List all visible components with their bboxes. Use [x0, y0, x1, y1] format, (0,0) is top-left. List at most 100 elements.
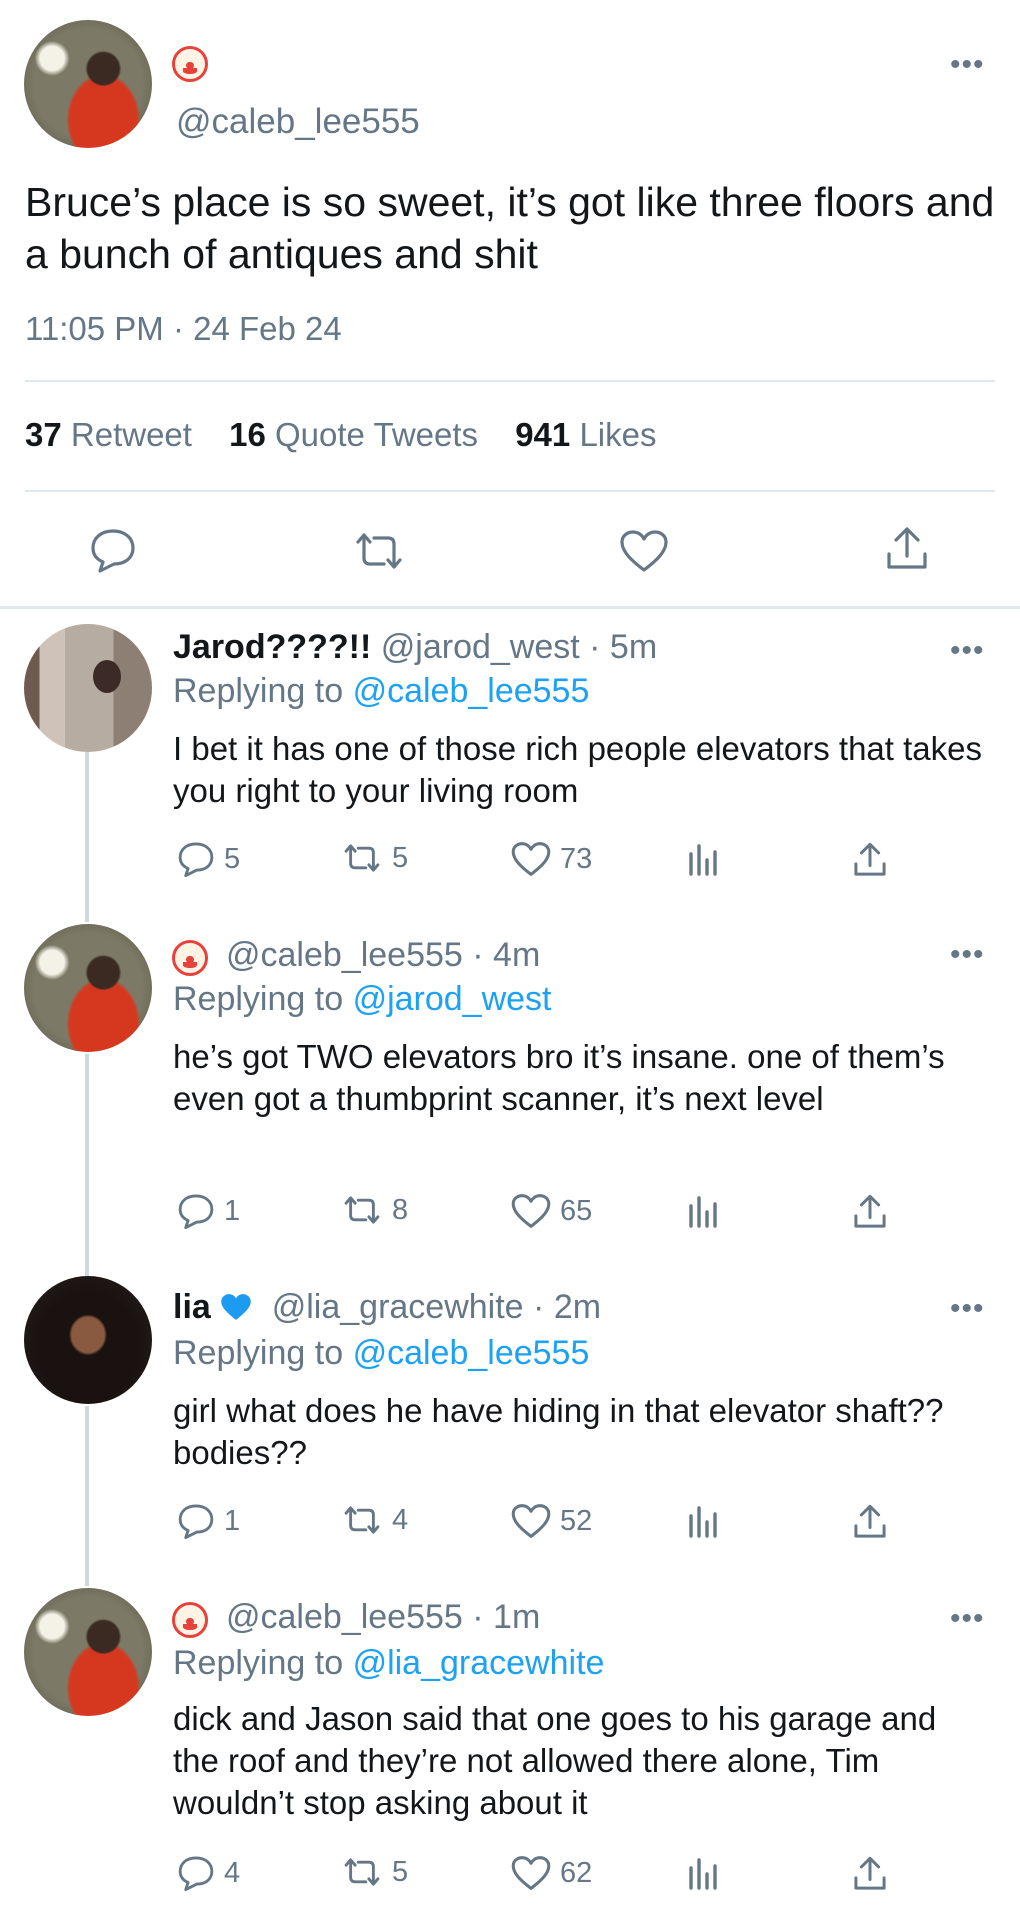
- reply-time: · 1m: [472, 1598, 541, 1636]
- analytics-icon[interactable]: [686, 1504, 720, 1540]
- replying-to-link[interactable]: @caleb_lee555: [353, 672, 590, 710]
- reply-actions: 1 4 52: [0, 1502, 1020, 1546]
- retweet-button[interactable]: 8: [340, 1192, 408, 1228]
- reply-time: · 5m: [589, 628, 658, 666]
- like-icon: [511, 1856, 551, 1890]
- replying-to-link[interactable]: @lia_gracewhite: [353, 1644, 605, 1682]
- divider: [25, 490, 995, 492]
- share-icon[interactable]: [852, 1854, 888, 1894]
- like-button[interactable]: 65: [510, 1192, 592, 1230]
- thread-line: [85, 1406, 89, 1586]
- username[interactable]: @caleb_lee555: [226, 936, 463, 974]
- like-button[interactable]: 52: [510, 1502, 592, 1540]
- reply-actions: 4 5 62: [0, 1854, 1020, 1898]
- like-icon[interactable]: [618, 528, 670, 574]
- more-options-icon[interactable]: •••: [950, 1294, 985, 1324]
- thread-line: [85, 752, 89, 922]
- retweet-count: 5: [392, 1855, 409, 1888]
- display-name[interactable]: Jarod????!!: [173, 628, 371, 666]
- retweet-button[interactable]: 4: [340, 1502, 408, 1538]
- like-count: 52: [560, 1504, 593, 1537]
- retweet-count: 4: [392, 1503, 409, 1536]
- clown-emoji-icon: [172, 46, 208, 82]
- reply-header: Jarod????!! @jarod_west · 5m: [173, 628, 657, 667]
- reply-button[interactable]: 1: [176, 1502, 240, 1540]
- replying-prefix: Replying to: [173, 980, 344, 1018]
- replying-to-link[interactable]: @jarod_west: [353, 980, 552, 1018]
- tweet-text: Bruce’s place is so sweet, it’s got like…: [25, 179, 995, 277]
- reply-button[interactable]: 4: [176, 1854, 240, 1892]
- retweet-count: 5: [392, 841, 409, 874]
- quote-label[interactable]: Quote Tweets: [275, 416, 478, 453]
- like-count[interactable]: 941: [515, 416, 570, 453]
- reply-count: 1: [224, 1194, 241, 1227]
- reply-count: 5: [224, 842, 241, 875]
- reply-button[interactable]: 5: [176, 840, 240, 878]
- share-icon[interactable]: [852, 1502, 888, 1542]
- replying-to: Replying to @caleb_lee555: [173, 672, 589, 711]
- clown-emoji-icon: [172, 1602, 208, 1638]
- reply-button[interactable]: 1: [176, 1192, 240, 1230]
- like-label[interactable]: Likes: [579, 416, 656, 453]
- replying-to: Replying to @jarod_west: [173, 980, 552, 1019]
- thread-line: [85, 1054, 89, 1276]
- retweet-button[interactable]: 5: [340, 1854, 408, 1890]
- like-count: 73: [560, 842, 593, 875]
- reply-header: @caleb_lee555 · 4m: [226, 936, 540, 975]
- tweet-timestamp[interactable]: 11:05 PM · 24 Feb 24: [25, 310, 342, 348]
- replying-to-link[interactable]: @caleb_lee555: [353, 1334, 590, 1372]
- author-handle[interactable]: @caleb_lee555: [176, 102, 420, 142]
- share-icon[interactable]: [884, 524, 930, 574]
- reply-icon[interactable]: [88, 526, 138, 574]
- avatar[interactable]: [24, 20, 152, 148]
- retweet-icon: [344, 1506, 380, 1534]
- retweet-count[interactable]: 37: [25, 416, 62, 453]
- retweet-icon: [344, 844, 380, 872]
- more-options-icon[interactable]: •••: [950, 940, 985, 970]
- clown-emoji-icon: [172, 940, 208, 976]
- retweet-button[interactable]: 5: [340, 840, 408, 876]
- like-icon: [511, 1194, 551, 1228]
- replying-prefix: Replying to: [173, 672, 344, 710]
- reply-icon: [178, 1856, 214, 1892]
- reply-icon: [178, 842, 214, 878]
- like-count: 65: [560, 1194, 593, 1227]
- tweet-stats: 37 Retweet 16 Quote Tweets 941 Likes: [25, 416, 684, 454]
- share-icon[interactable]: [852, 840, 888, 880]
- username[interactable]: @lia_gracewhite: [272, 1288, 524, 1326]
- retweet-icon[interactable]: [350, 528, 408, 574]
- display-name[interactable]: lia: [173, 1288, 211, 1326]
- username[interactable]: @jarod_west: [381, 628, 580, 666]
- reply-actions: 5 5 73: [0, 840, 1020, 884]
- avatar[interactable]: [24, 624, 152, 752]
- replying-to: Replying to @caleb_lee555: [173, 1334, 589, 1373]
- analytics-icon[interactable]: [686, 842, 720, 878]
- main-tweet: ••• @caleb_lee555 Bruce’s place is so sw…: [0, 0, 1020, 608]
- avatar[interactable]: [24, 924, 152, 1052]
- avatar[interactable]: [24, 1588, 152, 1716]
- retweet-icon: [344, 1858, 380, 1886]
- like-icon: [511, 1504, 551, 1538]
- username[interactable]: @caleb_lee555: [226, 1598, 463, 1636]
- more-options-icon[interactable]: •••: [950, 636, 985, 666]
- reply-time: · 4m: [472, 936, 541, 974]
- reply-header: @caleb_lee555 · 1m: [226, 1598, 540, 1637]
- reply-count: 1: [224, 1504, 241, 1537]
- reply-header: lia @lia_gracewhite · 2m: [173, 1288, 601, 1327]
- like-button[interactable]: 73: [510, 840, 592, 878]
- retweet-label[interactable]: Retweet: [71, 416, 192, 453]
- quote-count[interactable]: 16: [229, 416, 266, 453]
- retweet-count: 8: [392, 1193, 409, 1226]
- analytics-icon[interactable]: [686, 1194, 720, 1230]
- avatar[interactable]: [24, 1276, 152, 1404]
- more-options-icon[interactable]: •••: [950, 1604, 985, 1634]
- like-count: 62: [560, 1856, 593, 1889]
- like-button[interactable]: 62: [510, 1854, 592, 1892]
- more-options-icon[interactable]: •••: [950, 50, 985, 80]
- divider: [25, 380, 995, 382]
- reply-text: girl what does he have hiding in that el…: [173, 1392, 944, 1471]
- analytics-icon[interactable]: [686, 1856, 720, 1892]
- reply-count: 4: [224, 1856, 241, 1889]
- reply-actions: 1 8 65: [0, 1192, 1020, 1236]
- share-icon[interactable]: [852, 1192, 888, 1232]
